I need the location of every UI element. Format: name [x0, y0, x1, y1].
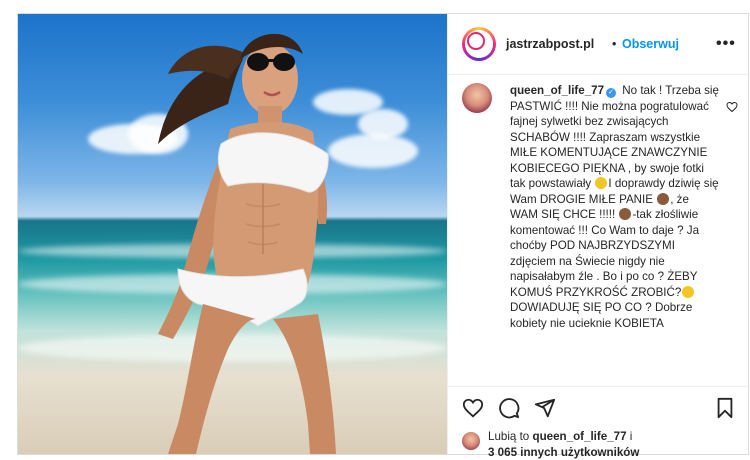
post-sidebar: jastrzabpost.pl • Obserwuj ••• queen_of_… [447, 14, 749, 459]
comment-like-heart-icon[interactable] [726, 101, 738, 113]
comment-text-part: -tak złośliwie komentować !!! Co Wam to … [510, 208, 700, 299]
post-actions: Lubią to queen_of_life_77 i 3 065 innych… [448, 386, 749, 459]
comment-icon[interactable] [498, 397, 520, 419]
woman-figure [158, 33, 336, 454]
logo-icon [467, 32, 485, 50]
separator-dot: • [612, 37, 617, 51]
commenter-avatar[interactable] [462, 83, 492, 113]
likes-prefix: Lubią to [488, 430, 533, 443]
liker-avatar[interactable] [462, 432, 480, 450]
wink-emoji-icon [595, 177, 608, 189]
comment: queen_of_life_77 ✓ No tak ! Trzeba się PA… [510, 83, 720, 331]
heart-icon[interactable] [462, 397, 484, 419]
post-header: jastrzabpost.pl • Obserwuj ••• [448, 14, 749, 75]
follow-button[interactable]: Obserwuj [622, 37, 679, 51]
commenter-username[interactable]: queen_of_life_77 [510, 84, 604, 97]
liker-username[interactable]: queen_of_life_77 [532, 430, 626, 443]
comments-area: queen_of_life_77 ✓ No tak ! Trzeba się PA… [448, 75, 749, 385]
instagram-post: jastrzabpost.pl • Obserwuj ••• queen_of_… [17, 13, 749, 459]
likes-suffix: i [626, 430, 633, 443]
comment-text-part: DOWIADUJĘ SIĘ PO CO ? Dobrze kobiety nie… [510, 301, 693, 330]
author-avatar[interactable] [462, 27, 496, 61]
post-photo[interactable] [18, 14, 447, 454]
verified-badge-icon: ✓ [606, 88, 617, 98]
monkey-emoji-icon [657, 192, 670, 205]
comment-text-part: No tak ! Trzeba się PASTWIĆ !!!! Nie moż… [510, 84, 719, 190]
likes-summary: Lubią to queen_of_life_77 i 3 065 innych… [488, 429, 733, 460]
monkey-emoji-icon [619, 208, 632, 220]
bookmark-icon[interactable] [714, 397, 736, 419]
more-options-icon[interactable]: ••• [716, 35, 736, 53]
likes-others-link[interactable]: 3 065 innych użytkowników [488, 446, 639, 459]
thinking-emoji-icon [682, 285, 695, 298]
author-username[interactable]: jastrzabpost.pl [506, 37, 594, 51]
share-icon[interactable] [534, 397, 556, 419]
